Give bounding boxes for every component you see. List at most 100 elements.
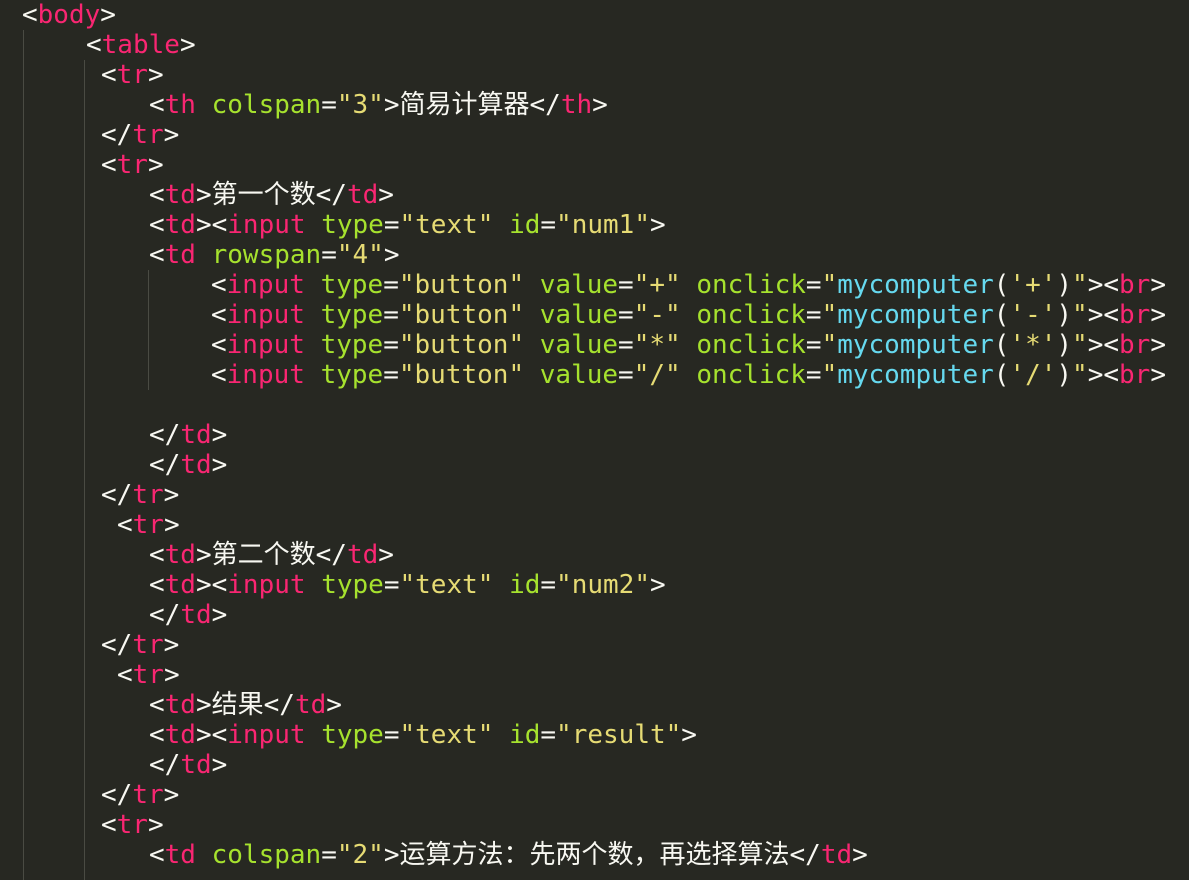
code-line[interactable]: <tr> — [101, 150, 164, 180]
code-line[interactable]: <tr> — [101, 810, 164, 840]
code-token: br — [1119, 360, 1151, 390]
code-token: '*' — [1009, 330, 1057, 360]
code-token: type — [321, 720, 384, 750]
code-token: mycomputer — [837, 330, 994, 360]
code-token: = — [540, 570, 557, 600]
code-token: " — [1072, 270, 1088, 300]
code-token: td — [180, 420, 212, 450]
code-token: </ — [149, 450, 181, 480]
code-line[interactable]: <td><input type="text" id="num2"> — [149, 570, 666, 600]
code-line[interactable]: <td rowspan="4"> — [149, 240, 399, 270]
code-token: > — [163, 660, 180, 690]
indent-guide — [148, 270, 149, 390]
code-token: type — [321, 570, 384, 600]
code-line[interactable]: <td><input type="text" id="result"> — [149, 720, 697, 750]
code-token: colspan — [211, 90, 322, 120]
code-token: > — [1150, 360, 1166, 390]
code-token: " — [821, 360, 838, 390]
code-line[interactable]: <tr> — [117, 660, 180, 690]
code-token: >< — [195, 210, 228, 240]
code-token: id — [509, 720, 541, 750]
code-token: > — [147, 810, 164, 840]
code-line[interactable]: </tr> — [101, 630, 179, 660]
code-token: '/' — [1009, 360, 1057, 390]
code-editor[interactable]: <body> <table> <tr> <th colspan="3">简易计算器</… — [0, 0, 1189, 880]
code-token: </ — [149, 420, 181, 450]
code-line[interactable]: <input type="button" value="+" onclick="… — [211, 270, 1166, 300]
code-token: = — [321, 840, 337, 870]
code-token: = — [540, 720, 557, 750]
code-token: "-" — [633, 300, 681, 330]
code-line[interactable]: <tr> — [117, 510, 180, 540]
code-token: td — [820, 840, 853, 870]
code-token: tr — [132, 480, 164, 510]
code-line[interactable]: </tr> — [101, 120, 179, 150]
code-token: > — [383, 90, 400, 120]
code-token: onclick — [696, 360, 806, 390]
code-token: "/" — [633, 360, 681, 390]
code-token: < — [101, 810, 117, 840]
code-token: > — [163, 480, 180, 510]
code-token: colspan — [211, 840, 322, 870]
code-token: "button" — [398, 300, 525, 330]
code-token: > — [1150, 270, 1166, 300]
code-token: = — [618, 300, 634, 330]
code-token: mycomputer — [837, 270, 994, 300]
code-token: > — [1150, 330, 1166, 360]
code-token: input — [226, 360, 305, 390]
code-token: table — [101, 30, 180, 60]
code-token: td — [180, 600, 212, 630]
code-token: < — [211, 300, 227, 330]
code-token: "text" — [399, 210, 494, 240]
code-token: "2" — [336, 840, 384, 870]
code-line[interactable]: <input type="button" value="*" onclick="… — [211, 330, 1166, 360]
code-token: ) — [1056, 270, 1073, 300]
code-token: "result" — [556, 720, 682, 750]
code-token: td — [164, 210, 196, 240]
code-token: < — [117, 660, 133, 690]
code-line[interactable]: </td> — [149, 420, 227, 450]
code-token: > — [852, 840, 868, 870]
code-line[interactable]: </td> — [149, 600, 227, 630]
code-line[interactable]: <input type="button" value="/" onclick="… — [211, 360, 1166, 390]
code-token: td — [164, 840, 196, 870]
code-token: ) — [1056, 300, 1073, 330]
code-token: 结果 — [211, 690, 264, 720]
code-line[interactable]: <td>第一个数</td> — [149, 180, 394, 210]
code-token: tr — [132, 630, 164, 660]
code-token: "button" — [398, 270, 525, 300]
code-token: < — [149, 720, 165, 750]
code-token: >< — [1087, 330, 1120, 360]
code-line[interactable]: <table> — [86, 30, 196, 60]
code-line[interactable]: <td>第二个数</td> — [149, 540, 394, 570]
code-token: < — [149, 210, 165, 240]
code-token: = — [383, 330, 399, 360]
code-token: < — [149, 90, 165, 120]
code-token: value — [539, 330, 619, 360]
code-line[interactable]: <tr> — [101, 60, 164, 90]
code-line[interactable]: <th colspan="3">简易计算器</th> — [149, 90, 608, 120]
code-token: > — [147, 60, 164, 90]
code-token: tr — [132, 660, 164, 690]
code-line[interactable]: </td> — [149, 750, 227, 780]
code-token: input — [227, 210, 306, 240]
code-token: " — [1072, 300, 1088, 330]
code-token: < — [211, 330, 227, 360]
code-line[interactable]: </tr> — [101, 780, 179, 810]
code-token: >< — [195, 570, 228, 600]
code-line[interactable]: <input type="button" value="-" onclick="… — [211, 300, 1166, 330]
code-line[interactable]: </tr> — [101, 480, 179, 510]
code-token: </ — [101, 480, 133, 510]
code-token: br — [1119, 270, 1151, 300]
code-token: > — [211, 750, 228, 780]
code-line[interactable]: <td colspan="2">运算方法：先两个数，再选择算法</td> — [149, 840, 868, 870]
code-token: > — [649, 570, 666, 600]
code-line[interactable]: <body> — [22, 0, 116, 30]
code-line[interactable]: <td>结果</td> — [149, 690, 342, 720]
code-line[interactable]: </td> — [149, 450, 227, 480]
code-line[interactable]: <td><input type="text" id="num1"> — [149, 210, 666, 240]
